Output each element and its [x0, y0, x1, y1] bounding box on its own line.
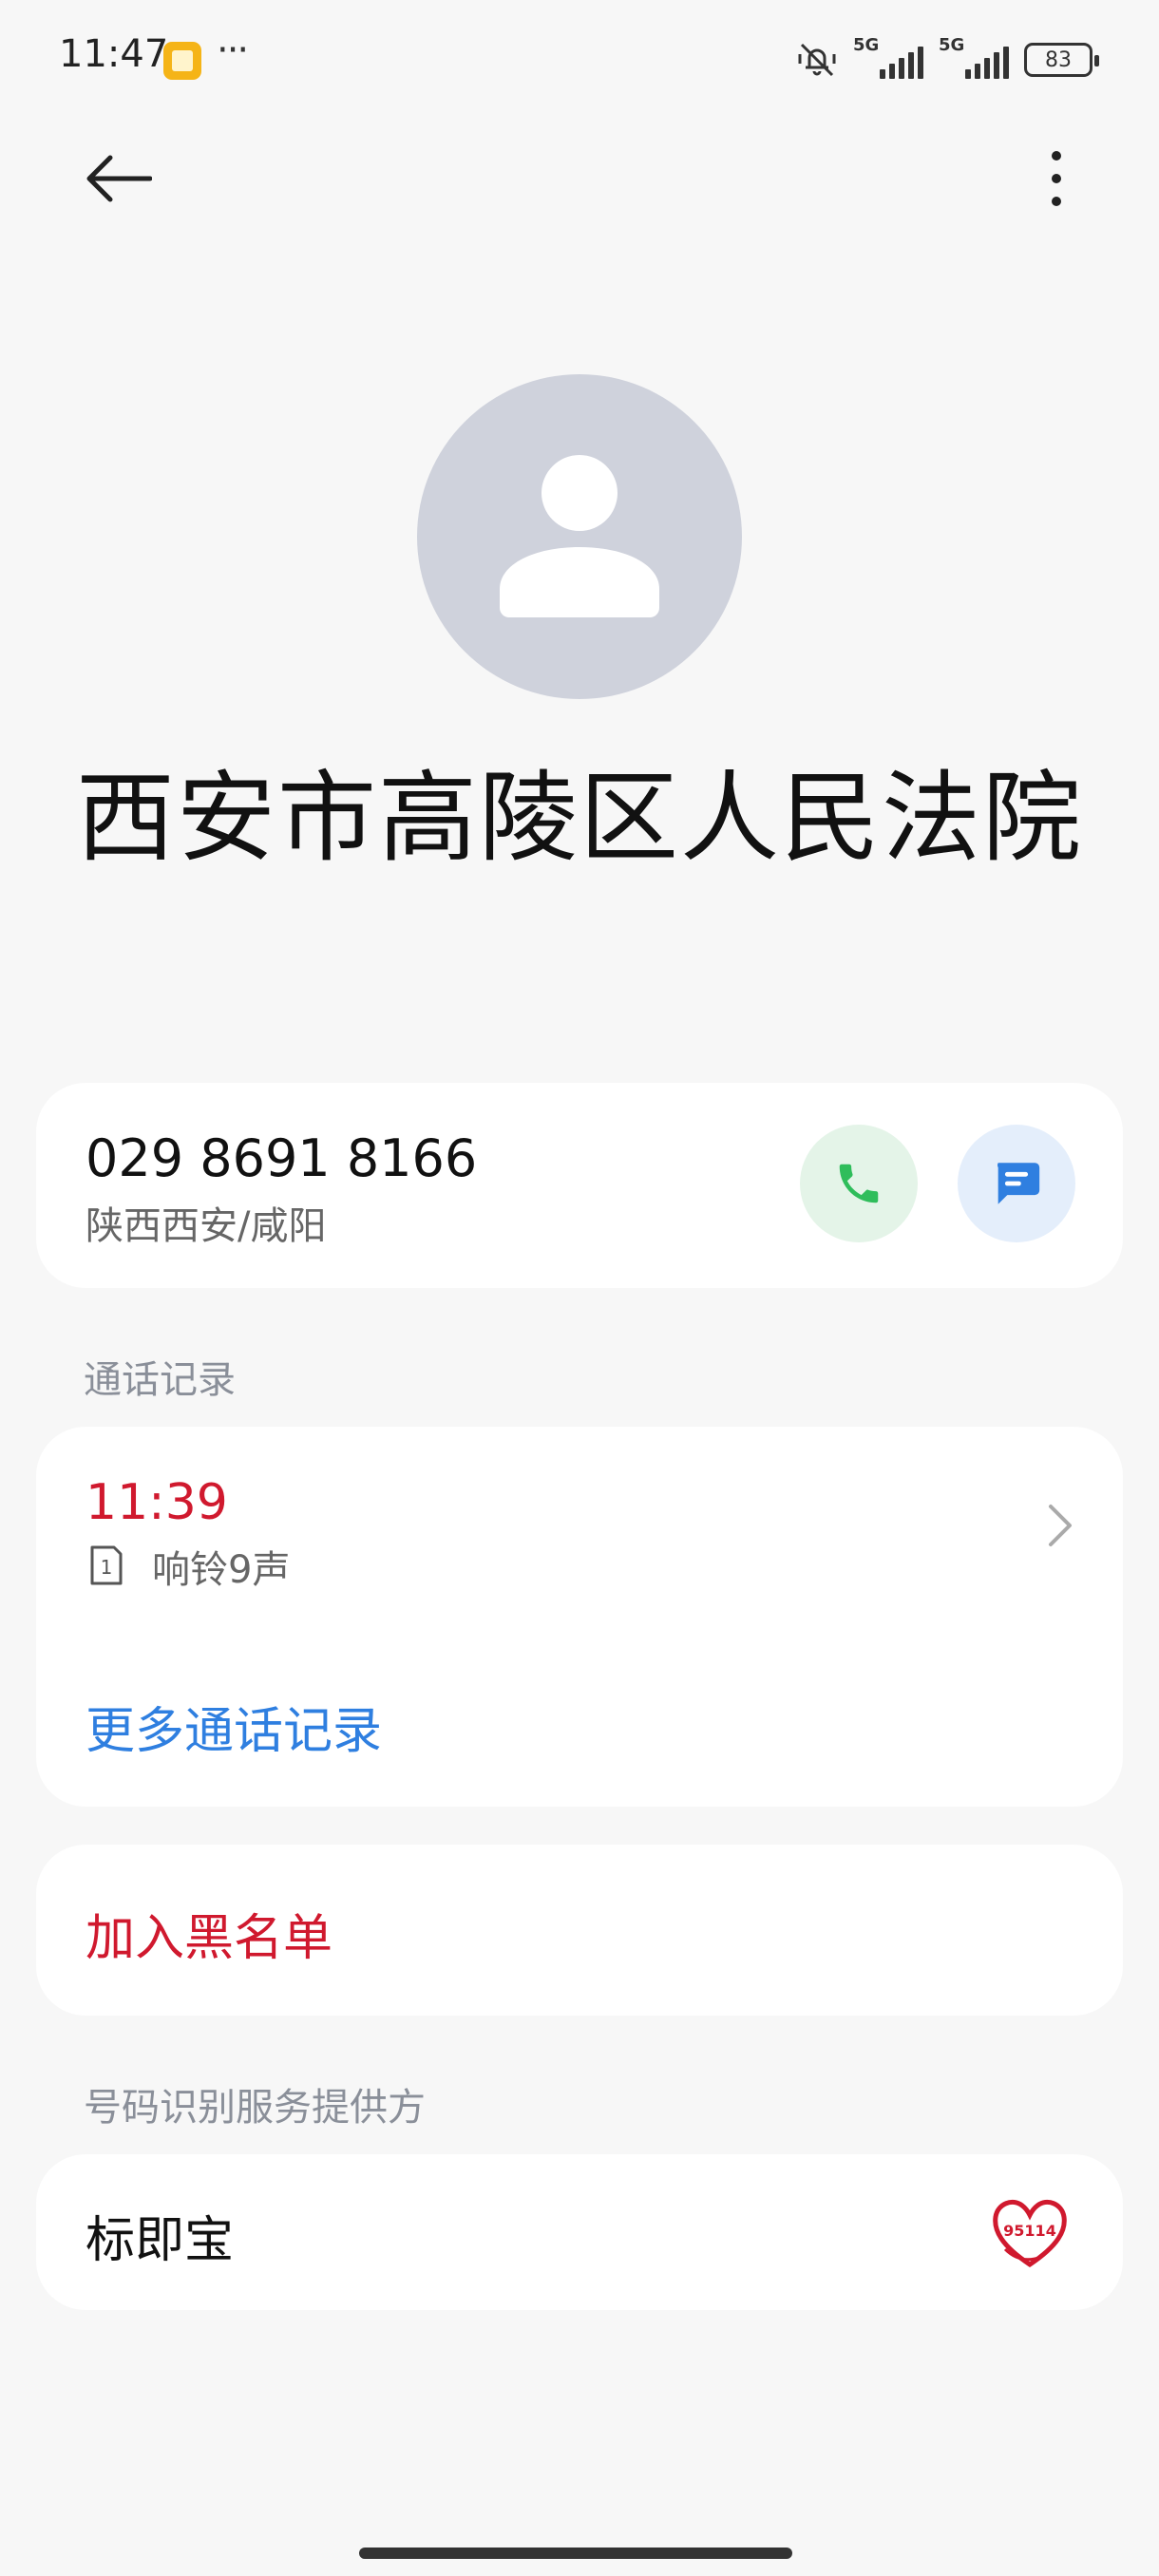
phone-location: 陕西西安/咸阳 — [86, 1204, 327, 1248]
more-call-log-link[interactable]: 更多通话记录 — [86, 1691, 382, 1762]
call-button[interactable] — [800, 1125, 918, 1242]
provider-name: 标即宝 — [86, 2212, 235, 2269]
chevron-right-icon — [1049, 1505, 1072, 1546]
avatar — [417, 374, 742, 699]
more-dots-icon: ··· — [217, 28, 249, 72]
signal-icon: 5G — [939, 35, 1009, 79]
phone-icon — [839, 1164, 879, 1203]
provider-card[interactable]: 标即宝 95114 — [36, 2154, 1123, 2310]
contact-name: 西安市高陵区人民法院 — [75, 760, 1083, 876]
phone-number-card[interactable]: 029 8691 8166 陕西西安/咸阳 — [36, 1083, 1123, 1288]
sim-slot: 1 — [101, 1556, 113, 1579]
message-icon — [998, 1163, 1040, 1204]
phone-number[interactable]: 029 8691 8166 — [86, 1128, 477, 1188]
contact-detail-screen: 11:47 ··· 5G 5G 83 西安市高陵区人民法院 029 8691 8… — [0, 0, 1159, 2576]
provider-section-title: 号码识别服务提供方 — [84, 2086, 426, 2130]
sim-card-icon: 1 — [90, 1545, 123, 1585]
home-indicator[interactable] — [359, 2548, 792, 2559]
call-log-section-title: 通话记录 — [84, 1358, 236, 1402]
signal-icon: 5G — [853, 35, 923, 79]
person-icon — [500, 455, 659, 617]
status-bar: 11:47 ··· 5G 5G 83 — [0, 0, 1159, 114]
network-type: 5G — [939, 35, 965, 55]
provider-logo-text: 95114 — [1003, 2222, 1056, 2240]
call-log-card: 11:39 1 响铃9声 更多通话记录 — [36, 1427, 1123, 1807]
arrow-left-icon — [86, 155, 152, 202]
back-button[interactable] — [72, 133, 163, 224]
add-to-blacklist-label: 加入黑名单 — [86, 1910, 333, 1967]
call-log-entry[interactable]: 11:39 1 响铃9声 — [36, 1427, 1123, 1617]
more-options-button[interactable] — [1011, 133, 1102, 224]
call-time: 11:39 — [86, 1474, 228, 1531]
provider-logo-icon: 95114 — [993, 2200, 1067, 2268]
battery-icon: 83 — [1024, 43, 1099, 77]
add-to-blacklist-button[interactable]: 加入黑名单 — [36, 1845, 1123, 2016]
status-indicators: 5G 5G 83 — [796, 35, 1099, 84]
mute-icon — [798, 43, 836, 77]
status-time: 11:47 — [59, 32, 169, 76]
network-type: 5G — [853, 35, 880, 55]
note-icon — [163, 42, 201, 80]
vertical-dots-icon — [1052, 151, 1061, 206]
message-button[interactable] — [958, 1125, 1075, 1242]
battery-level: 83 — [1045, 47, 1072, 72]
call-detail: 响铃9声 — [152, 1548, 291, 1592]
